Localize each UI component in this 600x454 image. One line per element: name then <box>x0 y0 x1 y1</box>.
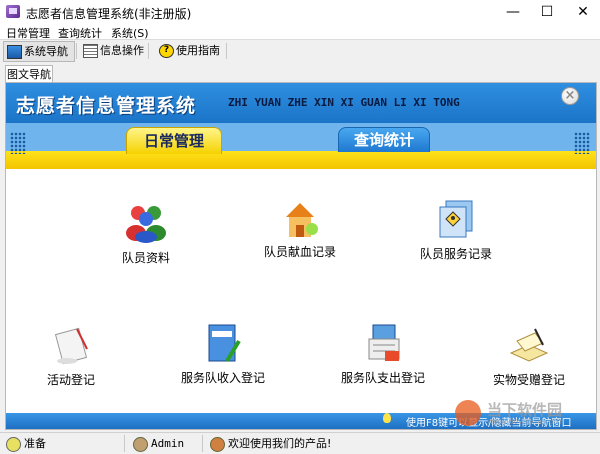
user-guide-label: 使用指南 <box>176 44 220 57</box>
people-icon <box>210 437 225 452</box>
navigation-panel: 志愿者信息管理系统 ZHI YUAN ZHE XIN XI GUAN LI XI… <box>5 82 597 430</box>
donation-book-icon <box>505 323 553 365</box>
feature-label: 队员资料 <box>121 251 170 265</box>
dots-decoration <box>10 132 26 154</box>
toolbar-separator <box>226 43 227 59</box>
activity-scroll-icon <box>47 323 95 365</box>
lightbulb-icon <box>6 437 21 452</box>
banner: 志愿者信息管理系统 ZHI YUAN ZHE XIN XI GUAN LI XI… <box>6 83 596 123</box>
feature-activity[interactable]: 活动登记 <box>6 323 136 388</box>
feature-label: 实物受赠登记 <box>492 373 565 387</box>
banner-title: 志愿者信息管理系统 <box>16 95 197 117</box>
feature-label: 队员献血记录 <box>263 245 336 259</box>
panel-close-icon[interactable]: × <box>561 87 579 105</box>
dots-decoration <box>574 132 590 154</box>
income-notebook-icon <box>199 321 247 363</box>
lightbulb-icon <box>383 413 391 423</box>
window-title: 志愿者信息管理系统(非注册版) <box>26 7 192 21</box>
status-user-text: Admin <box>151 437 185 450</box>
toolbar-separator <box>148 43 149 59</box>
status-separator <box>202 435 203 452</box>
system-nav-label: 系统导航 <box>24 45 68 58</box>
blood-donation-icon <box>276 195 324 237</box>
status-welcome: 欢迎使用我们的产品! <box>208 436 332 452</box>
feature-members[interactable]: 队员资料 <box>81 201 211 266</box>
watermark: 当下软件园 www.downxia.com <box>455 398 595 430</box>
title-bar: 志愿者信息管理系统(非注册版) — ☐ ✕ <box>0 0 600 24</box>
service-record-icon <box>432 197 480 239</box>
system-nav-button[interactable]: 系统导航 <box>3 41 75 62</box>
expense-register-icon <box>359 321 407 363</box>
feature-donation[interactable]: 实物受赠登记 <box>464 323 594 388</box>
banner-pinyin: ZHI YUAN ZHE XIN XI GUAN LI XI TONG <box>228 96 460 109</box>
help-icon: ? <box>159 44 174 58</box>
toolbar-separator <box>76 43 77 59</box>
app-icon <box>6 5 20 18</box>
status-welcome-text: 欢迎使用我们的产品! <box>228 437 332 450</box>
feature-income[interactable]: 服务队收入登记 <box>158 321 288 386</box>
members-icon <box>122 201 170 243</box>
user-icon <box>133 437 148 452</box>
feature-label: 活动登记 <box>46 373 95 387</box>
feature-expense[interactable]: 服务队支出登记 <box>318 321 448 386</box>
grid-icon <box>83 44 98 58</box>
status-bar: 准备 Admin 欢迎使用我们的产品! <box>0 432 600 454</box>
tab-underline-strip <box>6 151 596 169</box>
status-ready: 准备 <box>4 436 46 452</box>
tab-strip <box>6 123 596 151</box>
close-button[interactable]: ✕ <box>566 0 600 24</box>
tab-query-statistics[interactable]: 查询统计 <box>338 127 430 152</box>
feature-blood-donation[interactable]: 队员献血记录 <box>235 195 365 260</box>
tab-daily-management[interactable]: 日常管理 <box>126 127 222 154</box>
watermark-url: www.downxia.com <box>487 417 562 426</box>
toolbar: 系统导航 信息操作 ? 使用指南 <box>0 39 600 62</box>
minimize-button[interactable]: — <box>496 0 530 24</box>
watermark-logo-icon <box>455 400 481 426</box>
status-user: Admin <box>131 436 185 452</box>
feature-label: 队员服务记录 <box>419 247 492 261</box>
user-guide-button[interactable]: ? 使用指南 <box>156 41 240 60</box>
maximize-button[interactable]: ☐ <box>530 0 564 24</box>
menu-bar: 日常管理 查询统计 系统(S) <box>0 24 600 40</box>
info-operation-label: 信息操作 <box>100 44 144 57</box>
feature-label: 服务队支出登记 <box>340 371 425 385</box>
feature-label: 服务队收入登记 <box>180 371 265 385</box>
tab-graphic-navigation[interactable]: 图文导航 <box>5 65 53 83</box>
monitor-icon <box>7 45 22 59</box>
feature-service-record[interactable]: 队员服务记录 <box>391 197 521 262</box>
status-ready-text: 准备 <box>24 437 46 450</box>
status-separator <box>124 435 125 452</box>
